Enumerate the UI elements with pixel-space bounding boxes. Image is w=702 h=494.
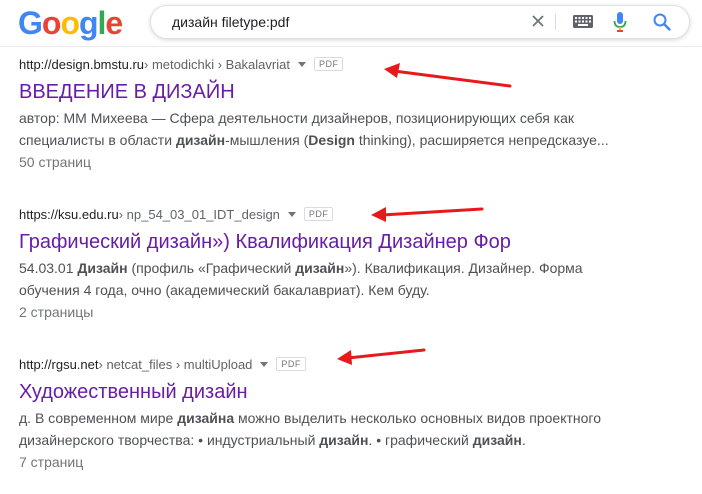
result-url[interactable]: http://rgsu.net › netcat_files › multiUp…	[19, 355, 619, 373]
search-icon[interactable]	[652, 12, 672, 32]
page-count: 50 страниц	[19, 154, 92, 170]
page-count: 2 страницы	[19, 304, 94, 320]
result-domain: http://rgsu.net	[19, 356, 99, 372]
header-separator	[0, 46, 702, 47]
search-header: Google	[0, 0, 702, 46]
result-url[interactable]: https://ksu.edu.ru › np_54_03_01_IDT_des…	[19, 205, 619, 223]
red-arrow-annotation	[384, 63, 512, 88]
result-snippet: автор: ММ Михеева — Сфера деятельности д…	[19, 107, 619, 151]
caret-down-icon[interactable]	[297, 61, 306, 67]
snippet-line: обучения 4 года, очно (академический бак…	[19, 282, 430, 298]
snippet-line: специалисты в области дизайн-мышления (D…	[19, 132, 609, 148]
result-domain: https://ksu.edu.ru	[19, 206, 119, 222]
result-domain: http://design.bmstu.ru	[19, 56, 145, 72]
pdf-badge: PDF	[303, 207, 334, 221]
result-title-link[interactable]: Графический дизайн») Квалификация Дизайн…	[19, 229, 619, 255]
result-path: › netcat_files › multiUpload	[98, 356, 253, 372]
pdf-badge: PDF	[313, 57, 344, 71]
search-result: https://ksu.edu.ru › np_54_03_01_IDT_des…	[19, 205, 619, 323]
close-icon[interactable]	[529, 12, 547, 30]
snippet-line: д. В современном мире дизайна можно выде…	[19, 410, 602, 426]
keyboard-icon[interactable]	[573, 15, 593, 28]
snippet-line: автор: ММ Михеева — Сфера деятельности д…	[19, 110, 575, 126]
result-path: › metodichki › Bakalavriat	[144, 56, 290, 72]
search-divider	[555, 14, 556, 30]
result-title-link[interactable]: Художественный дизайн	[19, 379, 619, 405]
pdf-badge: PDF	[276, 357, 306, 371]
result-snippet: 54.03.01 Дизайн (профиль «Графический ди…	[19, 257, 619, 301]
search-box	[150, 5, 690, 39]
search-result: http://design.bmstu.ru › metodichki › Ba…	[19, 55, 619, 173]
google-logo[interactable]: Google	[18, 4, 123, 42]
page-count: 7 страниц	[19, 454, 84, 470]
result-snippet: д. В современном мире дизайна можно выде…	[19, 407, 619, 451]
snippet-line: дизайнерского творчества: • индустриальн…	[19, 432, 526, 448]
red-arrow-annotation	[371, 207, 484, 222]
result-path: › np_54_03_01_IDT_design	[118, 206, 280, 222]
search-result: http://rgsu.net › netcat_files › multiUp…	[19, 355, 619, 473]
search-input[interactable]	[172, 6, 512, 38]
caret-down-icon[interactable]	[287, 211, 296, 217]
result-title-link[interactable]: ВВЕДЕНИЕ В ДИЗАЙН	[19, 79, 619, 105]
caret-down-icon[interactable]	[260, 361, 269, 367]
snippet-line: 54.03.01 Дизайн (профиль «Графический ди…	[19, 260, 583, 276]
microphone-icon[interactable]	[613, 12, 627, 32]
red-arrow-annotation	[337, 348, 426, 365]
result-url[interactable]: http://design.bmstu.ru › metodichki › Ba…	[19, 55, 619, 73]
